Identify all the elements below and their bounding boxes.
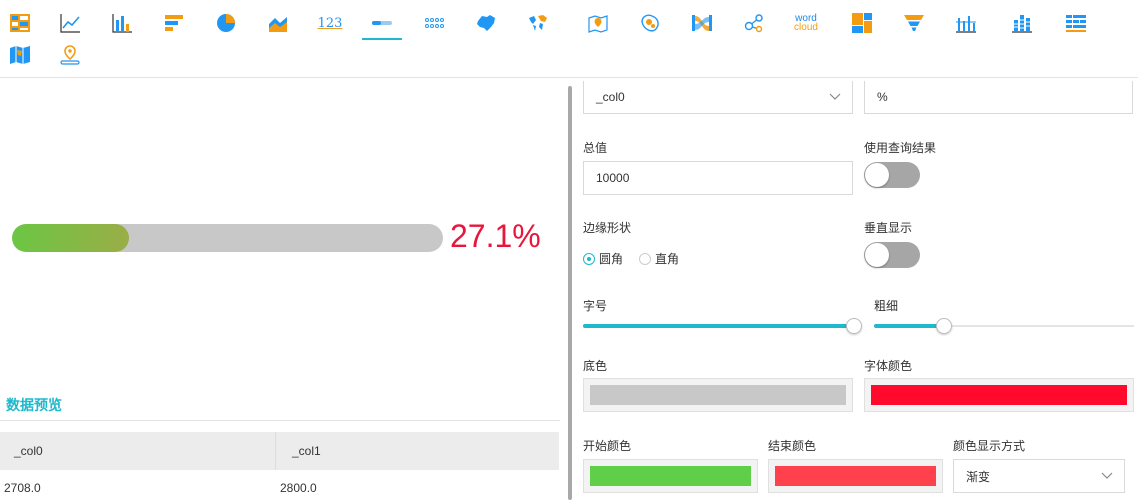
pin-map-icon[interactable] (50, 38, 90, 72)
progress-bar-icon[interactable] (362, 6, 402, 40)
sankey-icon[interactable] (682, 6, 722, 40)
slider-handle[interactable] (936, 318, 953, 334)
heatmap-table-icon[interactable] (1056, 6, 1096, 40)
settings-panel: _col0 % 总值 10000 使用查询结果 边缘形状 圆角 直角 垂直显示 … (572, 78, 1138, 500)
vertical-display-label: 垂直显示 (864, 221, 913, 235)
progress-fill (12, 224, 129, 252)
chevron-down-icon (829, 93, 841, 100)
chevron-down-icon (1101, 472, 1113, 479)
table-cell: 2708.0 (4, 481, 41, 495)
funnel-icon[interactable] (894, 6, 934, 40)
horizontal-bar-icon[interactable] (154, 6, 194, 40)
edge-shape-label: 边缘形状 (583, 221, 632, 235)
thickness-label: 粗细 (874, 299, 899, 313)
number-kpi-icon[interactable]: 123 (310, 6, 350, 40)
line-chart-icon[interactable] (50, 6, 90, 40)
slider-handle[interactable] (846, 318, 862, 334)
color-swatch (590, 466, 751, 486)
radio-dot (583, 252, 595, 265)
column-header[interactable]: _col1 (276, 432, 559, 470)
word-cloud-icon[interactable]: word cloud (786, 6, 826, 40)
toggle-knob (865, 243, 889, 267)
bar-chart-icon[interactable] (102, 6, 142, 40)
location-map-icon[interactable] (578, 6, 618, 40)
treemap-icon[interactable] (842, 6, 882, 40)
progress-track (12, 224, 443, 252)
progress-percent-text: 27.1% (450, 218, 541, 254)
toggle-knob (865, 163, 889, 187)
slider-fill (874, 324, 945, 328)
edge-shape-radio-group: 圆角 直角 (583, 250, 695, 267)
radio-rounded[interactable]: 圆角 (583, 250, 623, 267)
slider-fill (583, 324, 854, 328)
color-swatch (775, 466, 936, 486)
total-label: 总值 (583, 141, 608, 155)
end-color-picker[interactable] (768, 459, 943, 493)
font-size-label: 字号 (583, 299, 608, 313)
histogram-icon[interactable] (946, 6, 986, 40)
font-size-slider[interactable] (583, 318, 862, 334)
start-color-label: 开始颜色 (583, 439, 632, 453)
total-input[interactable]: 10000 (583, 161, 853, 195)
world-map-icon[interactable] (518, 6, 558, 40)
chart-type-toolbar: 123 word cloud (0, 0, 1138, 78)
divider (0, 420, 560, 421)
radio-square[interactable]: 直角 (639, 250, 679, 267)
bubble-map-icon[interactable] (630, 6, 670, 40)
end-color-label: 结束颜色 (768, 439, 817, 453)
thickness-slider[interactable] (874, 318, 1134, 334)
data-preview-title: 数据预览 (6, 397, 62, 413)
font-color-label: 字体颜色 (864, 359, 913, 373)
use-query-result-toggle[interactable] (864, 162, 920, 188)
table-header: _col0 _col1 (0, 432, 559, 470)
color-swatch (590, 385, 846, 405)
area-chart-icon[interactable] (258, 6, 298, 40)
base-color-label: 底色 (583, 359, 608, 373)
base-color-picker[interactable] (583, 378, 853, 412)
color-mode-label: 颜色显示方式 (953, 439, 1026, 453)
dot-matrix-icon[interactable] (414, 6, 454, 40)
suffix-input[interactable]: % (864, 81, 1133, 114)
table-row: 2708.0 2800.0 (0, 470, 559, 504)
radio-dot (639, 252, 652, 265)
start-color-picker[interactable] (583, 459, 758, 493)
value-column-select[interactable]: _col0 (583, 81, 853, 114)
stacked-bar-icon[interactable] (1002, 6, 1042, 40)
vertical-display-toggle[interactable] (864, 242, 920, 268)
data-preview-table: _col0 _col1 2708.0 2800.0 (0, 432, 559, 504)
column-header[interactable]: _col0 (0, 432, 276, 470)
network-graph-icon[interactable] (734, 6, 774, 40)
table-cell: 2800.0 (280, 481, 317, 495)
color-swatch (871, 385, 1127, 405)
pie-chart-icon[interactable] (206, 6, 246, 40)
chart-preview-panel: 27.1% 数据预览 _col0 _col1 2708.0 2800.0 (0, 78, 568, 500)
font-color-picker[interactable] (864, 378, 1134, 412)
color-mode-select[interactable]: 渐变 (953, 459, 1125, 493)
china-map-icon[interactable] (466, 6, 506, 40)
use-query-result-label: 使用查询结果 (864, 141, 937, 155)
region-map-icon[interactable] (0, 38, 40, 72)
table-icon[interactable] (0, 6, 40, 40)
